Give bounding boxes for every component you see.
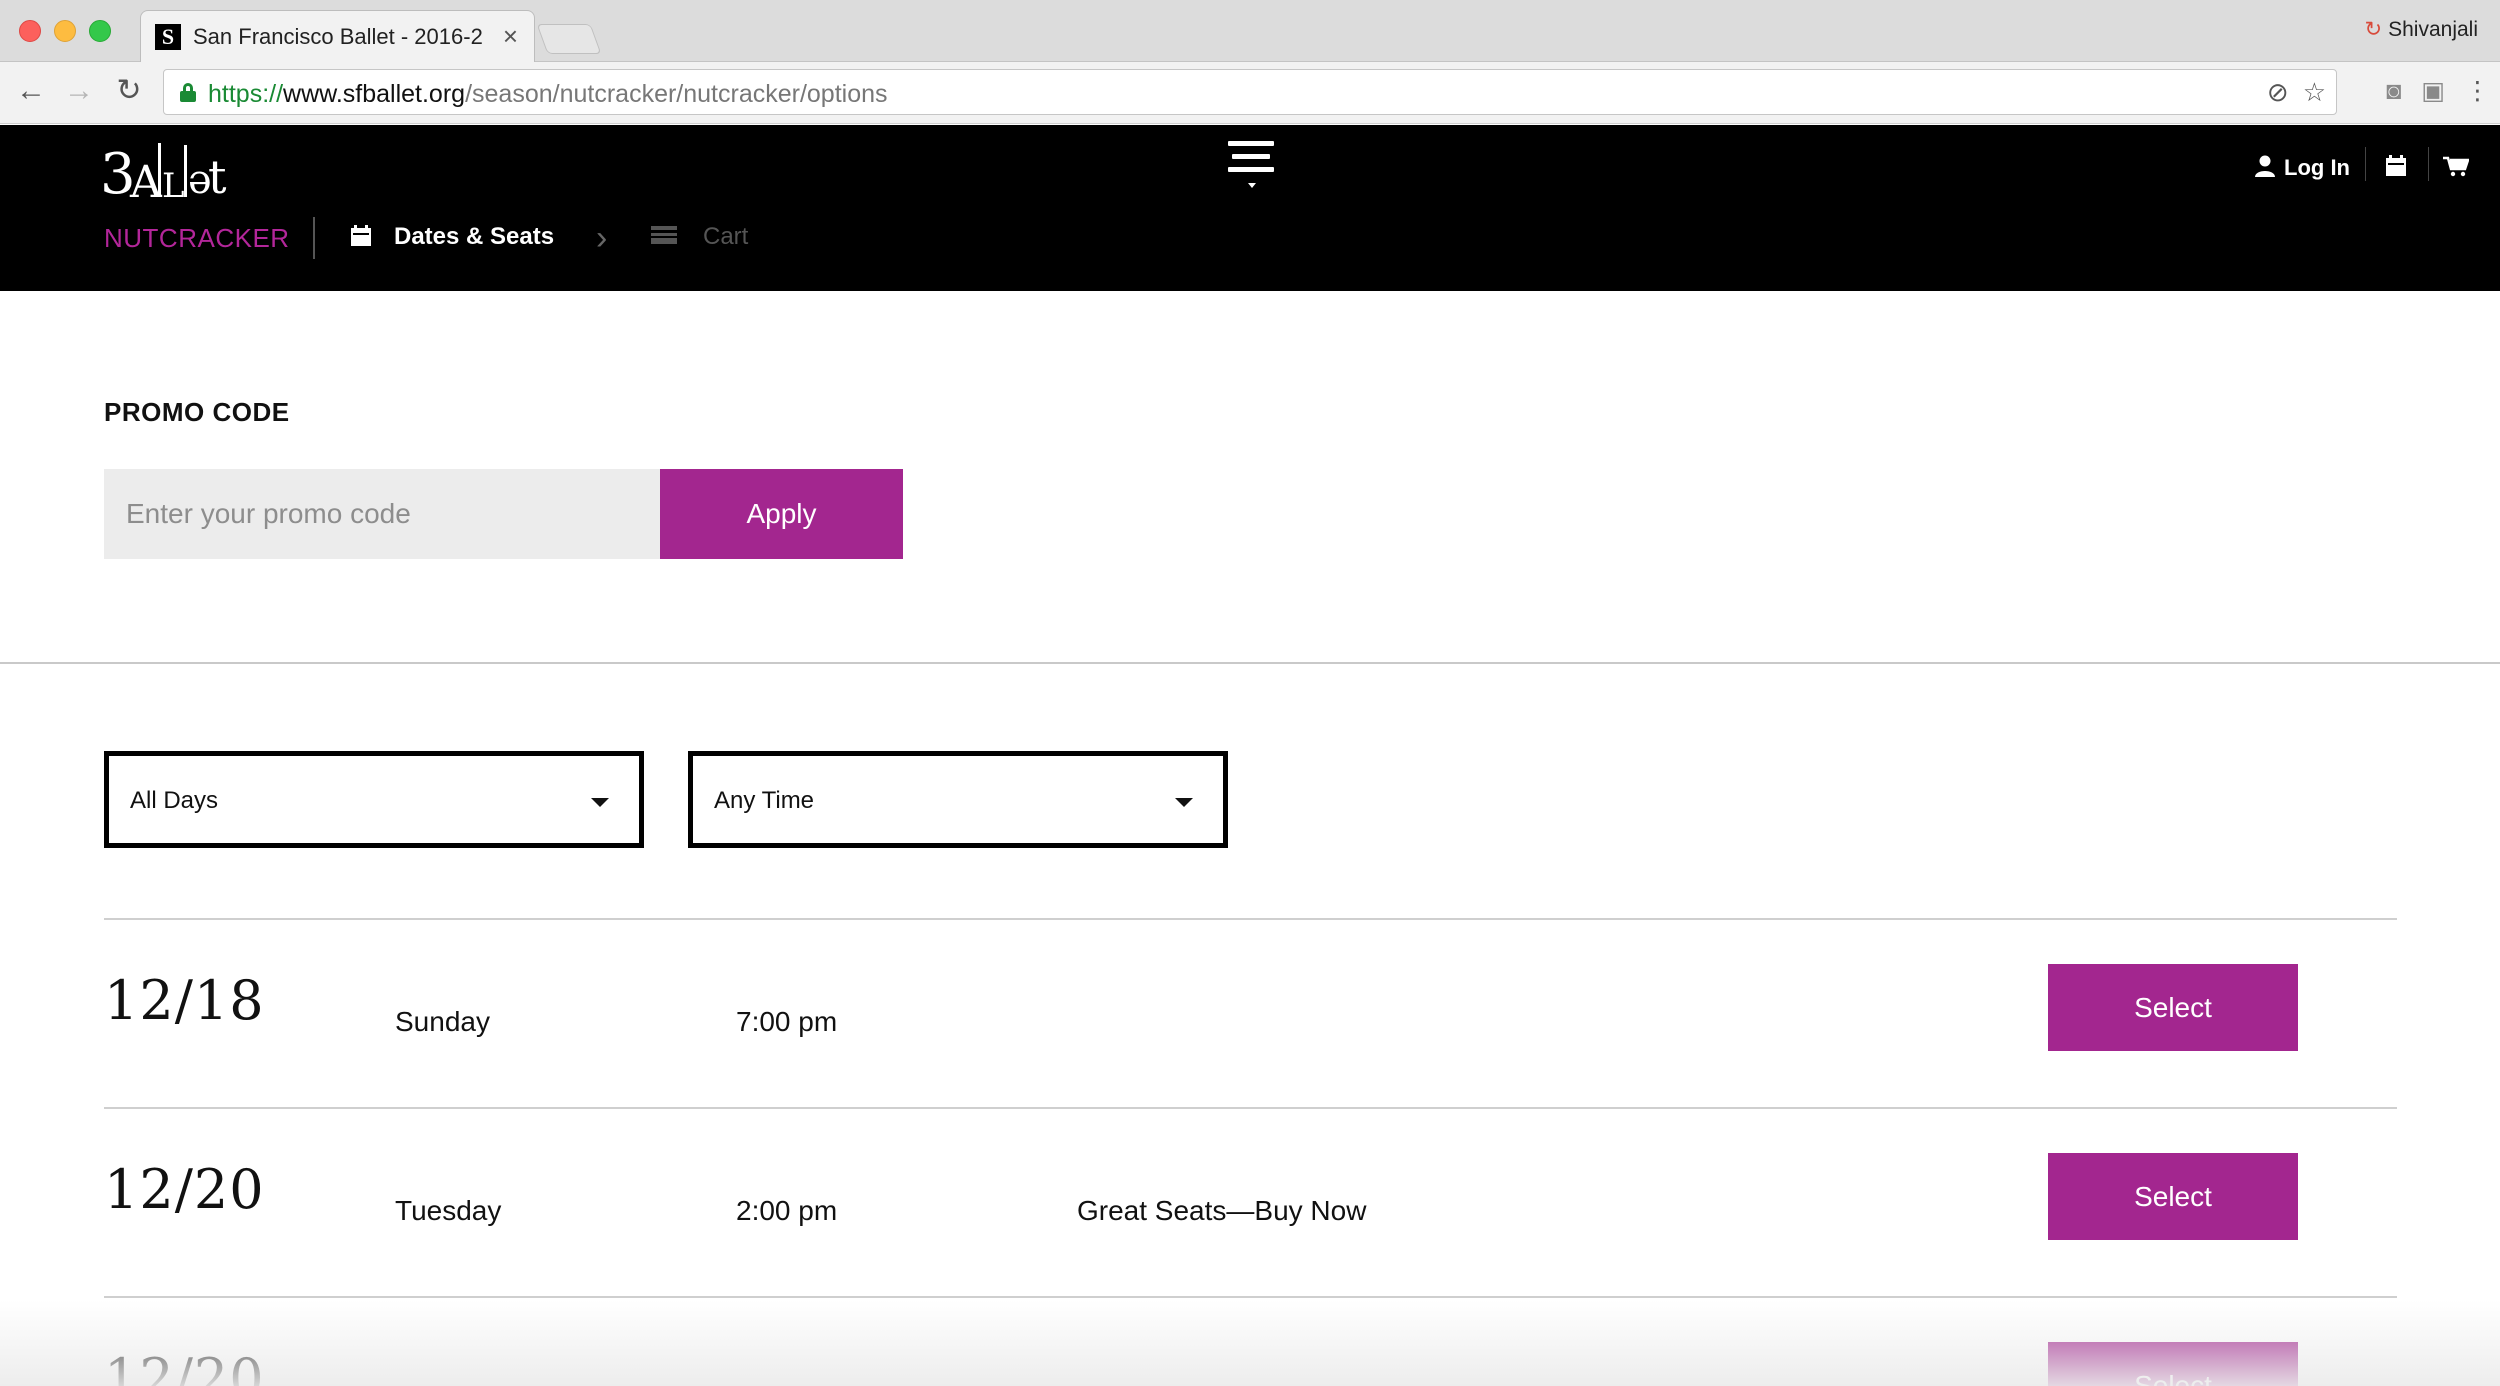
select-performance-button[interactable]: Select [2048,1342,2298,1386]
time-filter-select[interactable]: Any Time [688,751,1228,848]
performance-row: 12/20 Tuesday 2:00 pm Great Seats—Buy No… [104,1108,2397,1296]
performance-row: 12/18 Sunday 7:00 pm Select [104,919,2397,1107]
svg-text:3: 3 [100,142,133,207]
header-divider [2365,147,2366,181]
section-divider [0,662,2500,664]
extension-icon[interactable]: ▣ [2421,77,2445,105]
sfballet-favicon-icon: S [155,24,181,50]
performance-day: Tuesday [395,1195,502,1226]
performance-time: 7:00 pm [736,1006,838,1037]
calendar-icon [351,225,371,246]
days-filter-select[interactable]: All Days [104,751,644,848]
chrome-menu-icon[interactable]: ⋮ [2465,77,2490,105]
login-link[interactable]: Log In [2254,155,2350,181]
address-bar[interactable]: https://www.sfballet.org/season/nutcrack… [163,69,2337,115]
promo-code-title: PROMO CODE [104,397,290,427]
calendar-icon[interactable] [2385,155,2407,184]
hamburger-menu-icon[interactable] [1228,141,1274,188]
browser-toolbar: ← → ↻ https://www.sfballet.org/season/nu… [0,62,2500,124]
performance-date: 12/20 [104,1347,265,1386]
close-window-button[interactable] [19,20,41,42]
header-divider [2428,147,2429,181]
browser-tab[interactable]: S San Francisco Ballet - 2016-2 × [140,10,535,62]
step-dates-seats[interactable]: Dates & Seats [350,223,554,251]
performance-row: 12/20 Select [104,1297,2397,1386]
performance-note: Great Seats—Buy Now [1077,1195,1367,1226]
chevron-right-icon: › [596,219,608,257]
caret-down-icon [1175,798,1193,807]
forward-arrow-icon[interactable]: → [62,74,96,108]
svg-text:ə: ə [188,157,210,203]
back-arrow-icon[interactable]: ← [14,74,48,108]
promo-code-input[interactable] [104,469,660,559]
secure-lock-icon [180,83,196,102]
sync-error-icon: ↻ [2364,18,2383,41]
performance-day: Sunday [395,1006,490,1037]
zoom-window-button[interactable] [89,20,111,42]
browser-tab-bar: S San Francisco Ballet - 2016-2 × ↻ Shiva… [0,0,2500,62]
show-name[interactable]: NUTCRACKER [104,223,290,254]
site-header: 3 A L ə t Log In NUTCRACKER Dates & Seat… [0,125,2500,291]
step-cart: Cart [651,223,748,251]
cart-icon[interactable] [2443,155,2470,184]
profile-button[interactable]: ↻ Shivanjali [2365,17,2479,42]
time-filter-value: Any Time [714,787,815,814]
caret-down-icon [591,798,609,807]
camera-extension-icon[interactable]: ◙ [2386,77,2401,105]
breadcrumb-divider [313,217,315,259]
svg-text:t: t [208,150,227,204]
reload-icon[interactable]: ↻ [112,74,146,108]
svg-text:A: A [129,157,163,208]
profile-name: Shivanjali [2388,18,2478,41]
performance-date: 12/20 [104,1158,265,1221]
days-filter-value: All Days [130,787,219,814]
translate-blocked-icon[interactable]: ⊘ [2267,77,2289,107]
user-icon [2255,155,2276,177]
credit-card-icon [651,226,677,244]
new-tab-button[interactable] [536,24,602,54]
select-performance-button[interactable]: Select [2048,964,2298,1051]
select-performance-button[interactable]: Select [2048,1153,2298,1240]
tab-close-icon[interactable]: × [503,21,518,52]
apply-promo-button[interactable]: Apply [660,469,903,559]
svg-text:L: L [162,166,184,206]
minimize-window-button[interactable] [54,20,76,42]
bookmark-star-icon[interactable]: ☆ [2303,77,2326,107]
ballet-logo[interactable]: 3 A L ə t [100,135,230,225]
url-text: https://www.sfballet.org/season/nutcrack… [208,80,888,108]
performance-date: 12/18 [104,969,265,1032]
tab-title: San Francisco Ballet - 2016-2 [193,24,483,49]
performance-time: 2:00 pm [736,1195,838,1226]
